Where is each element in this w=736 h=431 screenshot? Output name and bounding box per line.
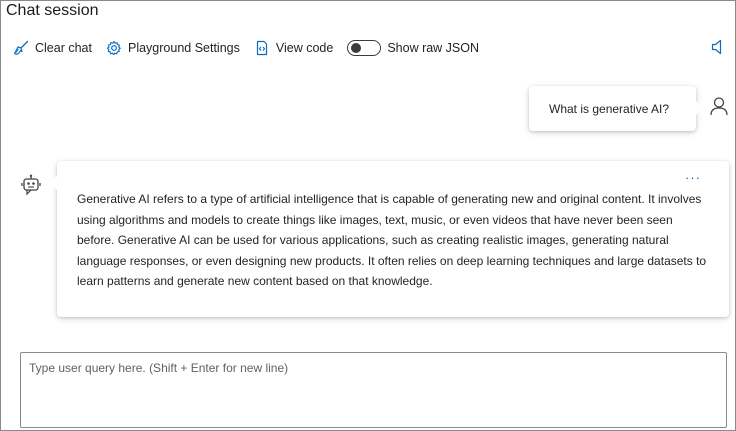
assistant-message-bubble: ··· Generative AI refers to a type of ar…: [50, 161, 729, 317]
user-message-bubble: What is generative AI?: [529, 86, 703, 131]
playground-settings-label: Playground Settings: [127, 41, 240, 55]
user-message-text: What is generative AI?: [549, 101, 670, 116]
bot-icon: [21, 174, 41, 196]
broom-icon: [13, 40, 29, 55]
user-query-input[interactable]: [20, 352, 727, 428]
chat-toolbar: Clear chat Playground Settings View code…: [13, 38, 493, 58]
gear-icon: [106, 40, 121, 56]
show-raw-json-toggle[interactable]: Show raw JSON: [347, 40, 479, 56]
toggle-switch[interactable]: [347, 40, 382, 56]
show-raw-json-label: Show raw JSON: [387, 41, 480, 55]
view-code-label: View code: [275, 41, 334, 55]
clear-chat-button[interactable]: Clear chat: [13, 40, 92, 56]
playground-settings-button[interactable]: Playground Settings: [106, 40, 240, 56]
speaker-icon[interactable]: [711, 39, 725, 55]
more-options-button[interactable]: ···: [685, 171, 701, 184]
page-title: Chat session: [6, 2, 99, 19]
code-file-icon: [256, 40, 267, 56]
person-icon: [710, 97, 728, 116]
clear-chat-label: Clear chat: [35, 41, 92, 55]
assistant-message-text: Generative AI refers to a type of artifi…: [77, 192, 707, 288]
toggle-knob: [351, 43, 362, 53]
chat-session-panel: Chat session Clear chat Playground Setti…: [0, 0, 736, 431]
view-code-button[interactable]: View code: [254, 40, 333, 56]
